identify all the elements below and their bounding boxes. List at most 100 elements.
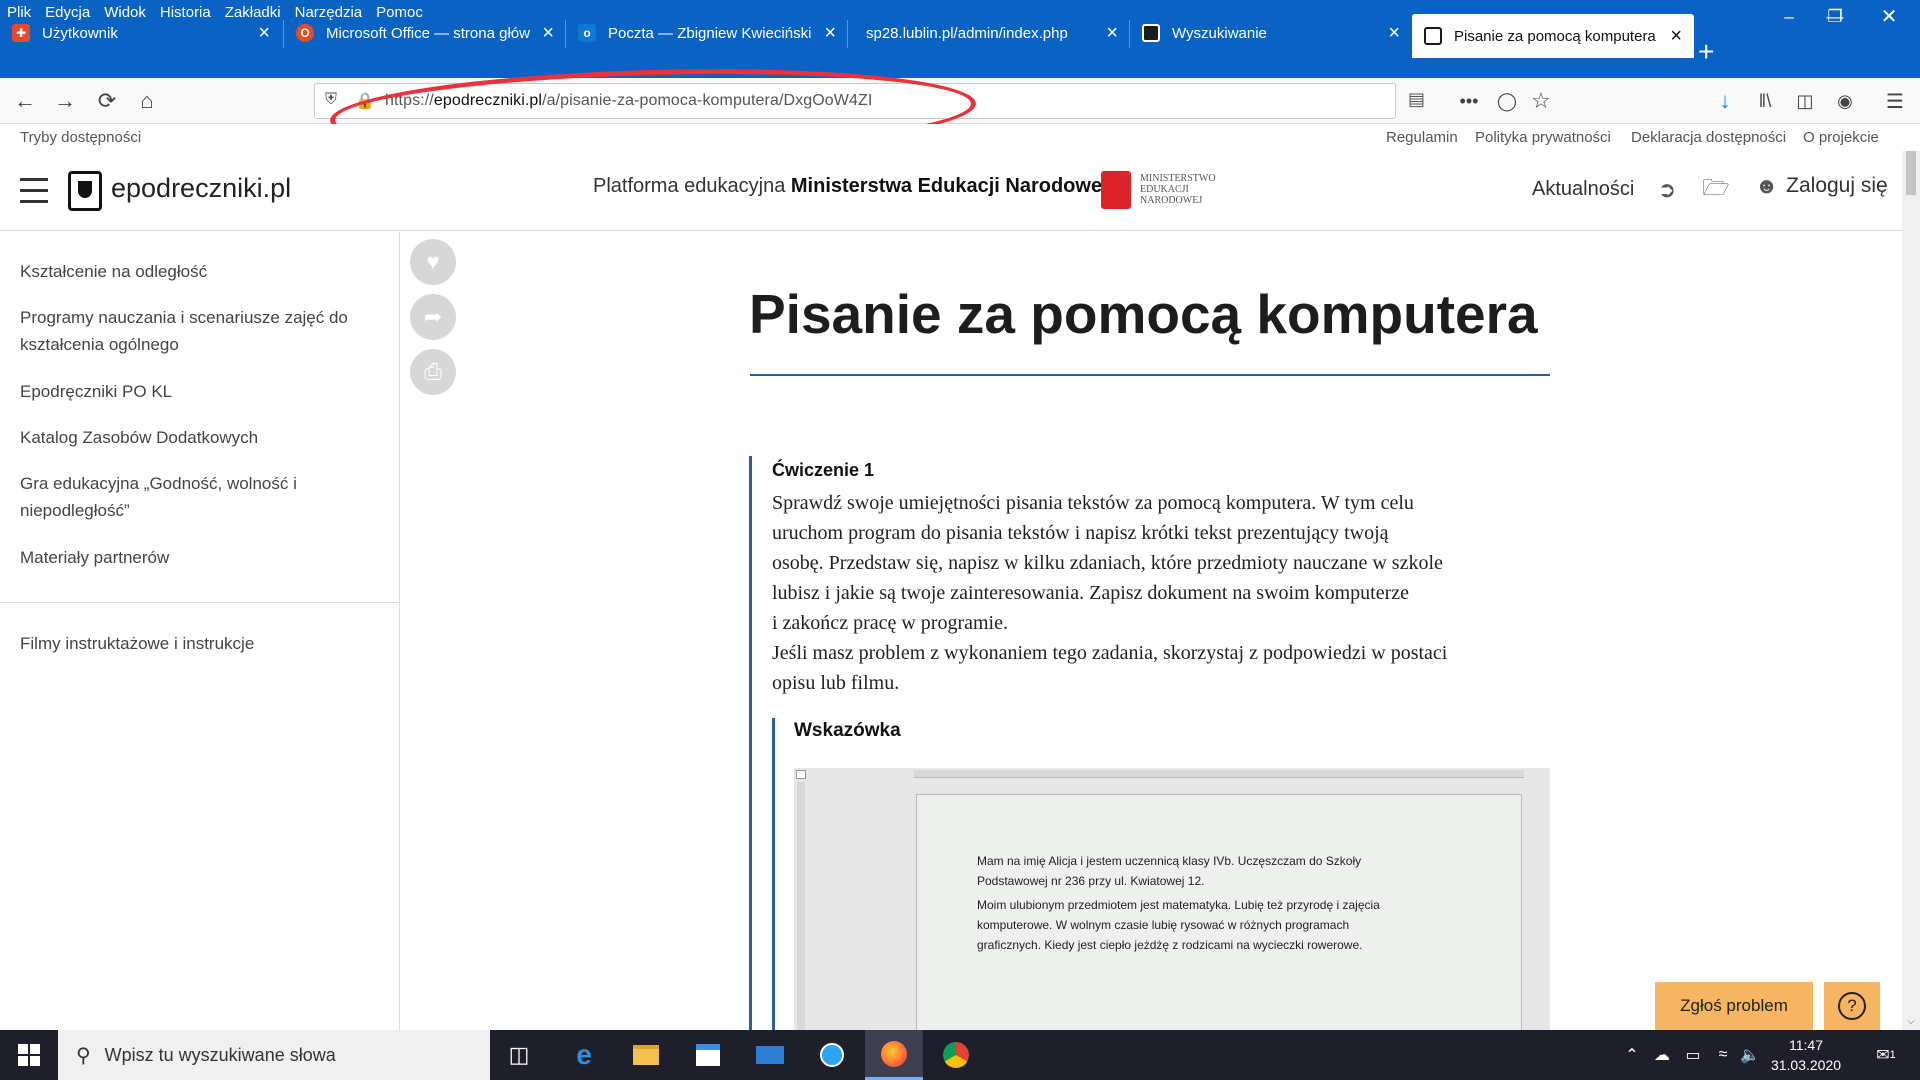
login-arrow-icon[interactable]: ➲ xyxy=(1652,175,1682,205)
back-button[interactable]: ← xyxy=(8,84,42,118)
epodreczniki-icon xyxy=(1142,24,1160,42)
accessibility-modes-link[interactable]: Tryby dostępności xyxy=(20,129,141,146)
task-view-icon[interactable]: ◫ xyxy=(490,1030,548,1080)
account-icon[interactable]: ◉ xyxy=(1828,84,1862,118)
sidebar: Kształcenie na odległość Programy naucza… xyxy=(0,232,400,1030)
article-title: Pisanie za pomocą komputera xyxy=(749,283,1538,345)
scroll-down-icon[interactable]: ⌵ xyxy=(1902,1016,1920,1030)
horizontal-ruler xyxy=(914,770,1524,778)
clock[interactable]: 11:47 31.03.2020 xyxy=(1762,1035,1850,1075)
tab-uzytkownik[interactable]: ✚ Użytkownik × xyxy=(0,10,282,56)
document-screenshot: Mam na imię Alicja i jestem uczennicą kl… xyxy=(794,768,1550,1030)
site-logo-text[interactable]: epodreczniki.pl xyxy=(111,173,291,204)
home-button[interactable]: ⌂ xyxy=(130,84,164,118)
eagle-emblem-icon xyxy=(1101,171,1131,209)
mail-icon[interactable] xyxy=(741,1030,799,1080)
exercise-accent-bar xyxy=(749,456,752,1030)
close-tab-icon[interactable]: × xyxy=(258,22,270,45)
reader-view-icon[interactable]: ▤ xyxy=(1408,89,1425,110)
safari-icon[interactable] xyxy=(803,1030,861,1080)
forward-button[interactable]: → xyxy=(48,84,82,118)
download-icon[interactable]: ↓ xyxy=(1708,84,1742,118)
page-scrollbar[interactable]: ⌵ xyxy=(1902,151,1920,1030)
favorite-heart-icon[interactable]: ♥ xyxy=(410,239,456,285)
firefox-icon[interactable] xyxy=(865,1030,923,1080)
privacy-policy-link[interactable]: Polityka prywatności xyxy=(1475,129,1611,146)
user-icon: ✚ xyxy=(12,24,30,42)
site-header: epodreczniki.pl Platforma edukacyjna Min… xyxy=(0,151,1902,231)
page-actions-icon[interactable]: ••• xyxy=(1452,84,1486,118)
bookmark-star-icon[interactable]: ☆ xyxy=(1524,84,1558,118)
hint-accent-bar xyxy=(772,718,775,1030)
sidebar-item-curricula[interactable]: Programy nauczania i scenariusze zajęć d… xyxy=(20,304,360,358)
exercise-text: Sprawdź swoje umiejętności pisania tekst… xyxy=(772,492,1448,694)
platform-title: Platforma edukacyjna Ministerstwa Edukac… xyxy=(593,175,1108,197)
exercise-title: Ćwiczenie 1 xyxy=(772,460,875,480)
chrome-icon[interactable] xyxy=(927,1030,985,1080)
hamburger-menu-icon[interactable] xyxy=(20,175,48,203)
hint-title[interactable]: Wskazówka xyxy=(794,720,901,742)
ministry-logo[interactable]: MINISTERSTWO EDUKACJI NARODOWEJ xyxy=(1101,171,1219,213)
sidebar-item-catalog[interactable]: Katalog Zasobów Dodatkowych xyxy=(20,424,360,451)
epodreczniki-icon xyxy=(1424,27,1442,45)
notifications-icon[interactable]: ✉ 1 xyxy=(1866,1030,1906,1080)
news-link[interactable]: Aktualności xyxy=(1532,178,1634,201)
login-button[interactable]: ☻ Zaloguj się xyxy=(1755,173,1888,199)
reload-button[interactable]: ⟳ xyxy=(90,84,124,118)
hamburger-menu-icon[interactable]: ☰ xyxy=(1878,84,1912,118)
close-tab-icon[interactable]: × xyxy=(1106,22,1118,45)
file-explorer-icon[interactable] xyxy=(617,1030,675,1080)
taskbar-search[interactable]: ⚲ Wpisz tu wyszukiwane słowa xyxy=(58,1030,490,1080)
wifi-icon[interactable]: ≈ xyxy=(1710,1030,1736,1080)
onedrive-icon[interactable]: ☁ xyxy=(1648,1030,1676,1080)
share-icon[interactable]: ➦ xyxy=(410,294,456,340)
office-icon: O xyxy=(296,24,314,42)
volume-icon[interactable]: 🔈 xyxy=(1738,1030,1762,1080)
outlook-icon: o xyxy=(578,24,596,42)
sidebar-item-epodreczniki-pokl[interactable]: Epodręczniki PO KL xyxy=(20,378,360,405)
tracking-shield-icon[interactable]: ⛨ xyxy=(325,91,337,109)
tab-poczta[interactable]: o Poczta — Zbigniew Kwieciński × xyxy=(566,10,848,56)
edge-icon[interactable]: e xyxy=(555,1030,613,1080)
regulamin-link[interactable]: Regulamin xyxy=(1386,129,1458,146)
tab-microsoft-office[interactable]: O Microsoft Office — strona głów × xyxy=(284,10,566,56)
close-tab-icon[interactable]: × xyxy=(1670,25,1682,48)
sidebar-item-videos[interactable]: Filmy instruktażowe i instrukcje xyxy=(20,630,360,657)
search-icon: ⚲ xyxy=(76,1044,91,1067)
user-icon: ☻ xyxy=(1755,173,1779,198)
sidebar-item-distance-learning[interactable]: Kształcenie na odległość xyxy=(20,258,360,285)
document-page: Mam na imię Alicja i jestem uczennicą kl… xyxy=(916,794,1522,1030)
new-tab-button[interactable]: + xyxy=(1698,36,1714,68)
sidebar-toggle-icon[interactable]: ◫ xyxy=(1788,84,1822,118)
print-icon[interactable]: ⎙ xyxy=(410,349,456,395)
help-button[interactable]: ? xyxy=(1824,982,1880,1030)
battery-icon[interactable]: ▭ xyxy=(1680,1030,1706,1080)
site-logo-icon[interactable] xyxy=(68,171,102,211)
folder-icon[interactable]: 🗁 xyxy=(1701,175,1731,205)
close-tab-icon[interactable]: × xyxy=(1388,22,1400,45)
minimize-window-button[interactable]: – xyxy=(1766,0,1812,33)
tab-wyszukiwanie[interactable]: Wyszukiwanie × xyxy=(1130,10,1412,56)
sidebar-item-partners[interactable]: Materiały partnerów xyxy=(20,544,360,571)
close-window-button[interactable]: ✕ xyxy=(1866,0,1912,33)
close-tab-icon[interactable]: × xyxy=(824,22,836,45)
pocket-icon[interactable]: ◯ xyxy=(1490,84,1524,118)
accessibility-declaration-link[interactable]: Deklaracja dostępności xyxy=(1631,129,1786,146)
store-icon[interactable] xyxy=(679,1030,737,1080)
library-icon[interactable]: ‖\ xyxy=(1748,84,1782,118)
tray-chevron-icon[interactable]: ⌃ xyxy=(1620,1030,1644,1080)
sidebar-divider xyxy=(0,602,399,603)
close-tab-icon[interactable]: × xyxy=(542,22,554,45)
scrollbar-thumb[interactable] xyxy=(1906,151,1916,195)
help-icon: ? xyxy=(1838,992,1866,1020)
about-project-link[interactable]: O projekcie xyxy=(1803,129,1879,146)
windows-logo-icon xyxy=(18,1044,40,1066)
restore-window-button[interactable]: ❐ xyxy=(1812,0,1858,33)
start-button[interactable] xyxy=(0,1030,58,1080)
title-underline xyxy=(750,374,1550,376)
tab-pisanie-active[interactable]: Pisanie za pomocą komputera × xyxy=(1412,14,1694,58)
sidebar-item-game[interactable]: Gra edukacyjna „Godność, wolność i niepo… xyxy=(20,470,360,524)
tab-sp28-admin[interactable]: sp28.lublin.pl/admin/index.php × xyxy=(848,10,1130,56)
top-links: Tryby dostępności Regulamin Polityka pry… xyxy=(0,124,1920,151)
report-problem-button[interactable]: Zgłoś problem xyxy=(1655,982,1813,1030)
